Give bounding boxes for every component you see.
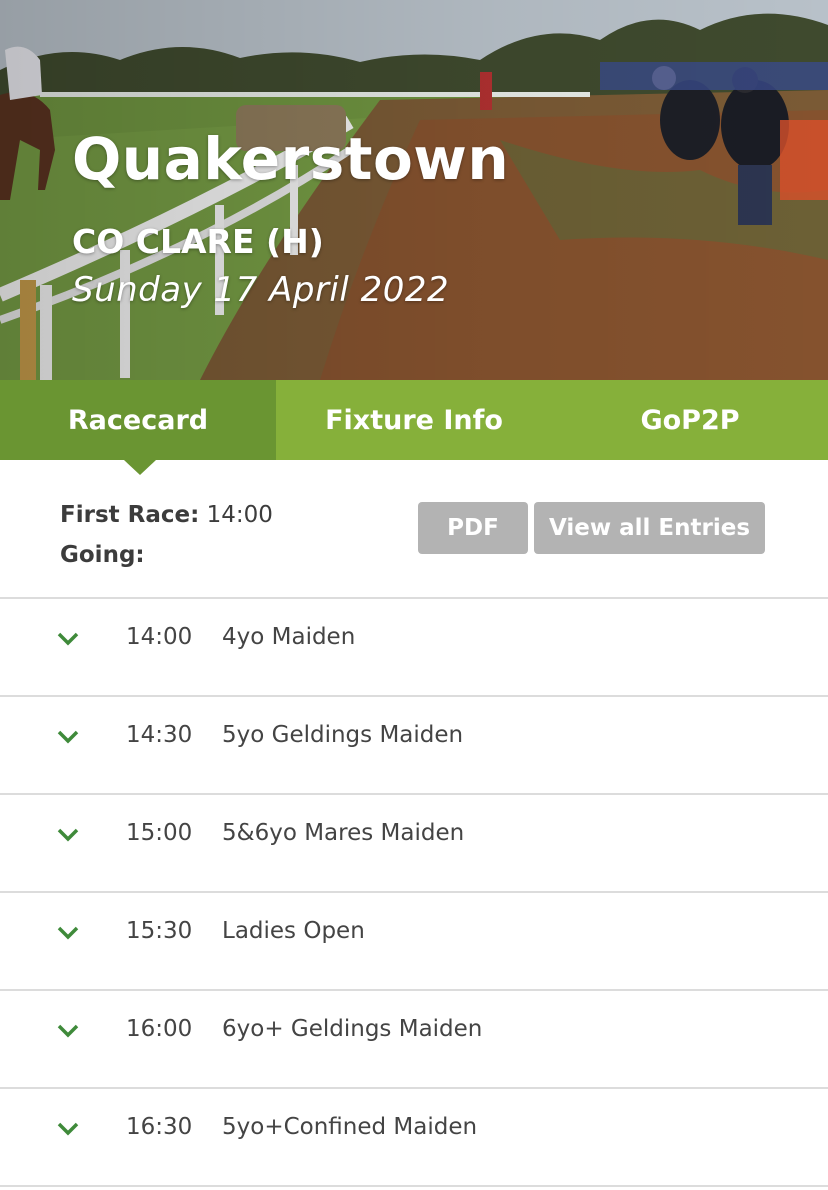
chevron-down-icon[interactable] [57,827,79,843]
chevron-down-icon[interactable] [57,1023,79,1039]
race-row[interactable]: 16:30 5yo+Confined Maiden [0,1089,828,1187]
race-row[interactable]: 15:00 5&6yo Mares Maiden [0,795,828,893]
race-time: 14:00 [126,624,193,650]
race-row[interactable]: 14:00 4yo Maiden [0,599,828,697]
chevron-down-icon[interactable] [57,729,79,745]
chevron-down-icon[interactable] [57,631,79,647]
race-time: 16:30 [126,1114,193,1140]
first-race-line: First Race: 14:00 [60,502,273,528]
race-row[interactable]: 16:00 6yo+ Geldings Maiden [0,991,828,1089]
race-name: 6yo+ Geldings Maiden [222,1016,483,1042]
race-info: First Race: 14:00 Going: PDF View all En… [0,460,828,599]
race-row[interactable]: 15:30 Ladies Open [0,893,828,991]
race-name: 5yo+Confined Maiden [222,1114,478,1140]
fixture-date: Sunday 17 April 2022 [72,270,450,310]
view-all-entries-button[interactable]: View all Entries [534,502,765,554]
tab-gop2p[interactable]: GoP2P [552,380,828,460]
hero-banner: Quakerstown CO CLARE (H) Sunday 17 April… [0,0,828,380]
race-name: 4yo Maiden [222,624,356,650]
race-name: 5yo Geldings Maiden [222,722,464,748]
venue-title: Quakerstown [72,125,510,193]
going-line: Going: [60,542,145,568]
tab-racecard[interactable]: Racecard [0,380,276,475]
venue-county: CO CLARE (H) [72,222,324,261]
chevron-down-icon[interactable] [57,925,79,941]
race-row[interactable]: 14:30 5yo Geldings Maiden [0,697,828,795]
first-race-value: 14:00 [206,502,273,528]
hero-text: Quakerstown CO CLARE (H) Sunday 17 April… [72,126,509,312]
chevron-down-icon[interactable] [57,1121,79,1137]
first-race-label: First Race: [60,502,200,528]
race-name: Ladies Open [222,918,365,944]
tab-fixture-info[interactable]: Fixture Info [276,380,552,460]
race-time: 15:30 [126,918,193,944]
tab-bar: Racecard Fixture Info GoP2P [0,380,828,475]
pdf-button[interactable]: PDF [418,502,528,554]
going-label: Going: [60,542,145,568]
race-time: 14:30 [126,722,193,748]
race-time: 15:00 [126,820,193,846]
race-name: 5&6yo Mares Maiden [222,820,465,846]
race-time: 16:00 [126,1016,193,1042]
